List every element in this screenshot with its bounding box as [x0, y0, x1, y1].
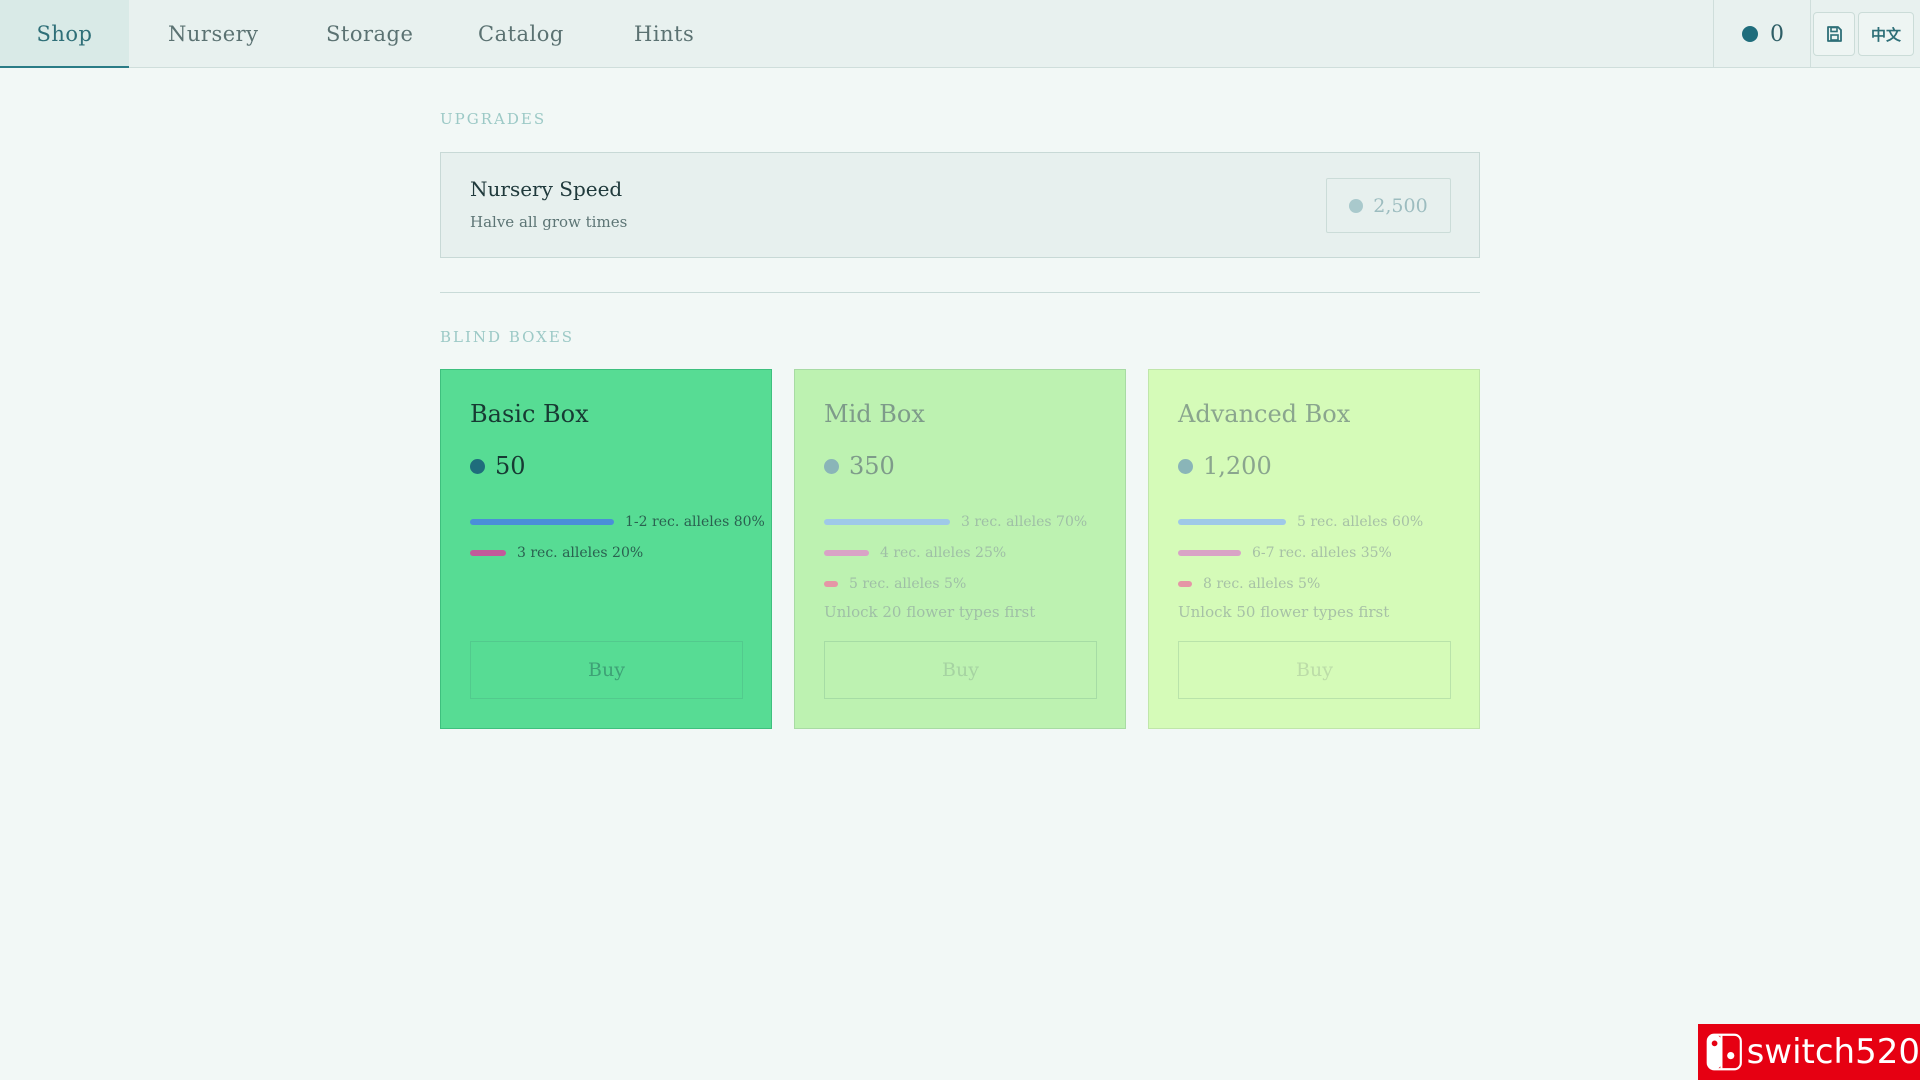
odds-row: 4 rec. alleles 25%: [824, 543, 1006, 563]
odds-label: 3 rec. alleles 70%: [961, 514, 1088, 530]
odds-label: 4 rec. alleles 25%: [880, 545, 1007, 561]
coin-icon: [824, 458, 839, 474]
odds-label: 5 rec. alleles 5%: [849, 576, 967, 592]
coin-balance: 0: [1742, 0, 1784, 68]
unlock-note: Unlock 50 flower types first: [1178, 603, 1390, 621]
upgrade-buy-button[interactable]: 2,500: [1326, 178, 1451, 233]
blind-boxes-section-label: BLIND BOXES: [440, 328, 575, 346]
watermark-text: switch520: [1746, 1032, 1920, 1072]
tab-catalog[interactable]: Catalog: [478, 0, 564, 68]
odds-row: 3 rec. alleles 70%: [824, 512, 1087, 532]
tab-nursery[interactable]: Nursery: [168, 0, 259, 68]
upgrade-price-value: 2,500: [1373, 194, 1428, 217]
tab-hints[interactable]: Hints: [634, 0, 694, 68]
tab-shop[interactable]: Shop: [0, 0, 129, 68]
save-button[interactable]: [1813, 12, 1855, 56]
box-title: Mid Box: [824, 400, 925, 428]
box-price-value: 1,200: [1203, 452, 1272, 480]
buy-button-mid[interactable]: Buy: [824, 641, 1097, 699]
section-divider: [440, 292, 1480, 293]
coin-icon: [1178, 458, 1193, 474]
upgrade-card-nursery-speed: Nursery Speed Halve all grow times 2,500: [440, 152, 1480, 258]
box-title: Basic Box: [470, 400, 589, 428]
odds-row: 5 rec. alleles 60%: [1178, 512, 1423, 532]
switch520-watermark: switch520: [1698, 1024, 1920, 1080]
odds-row: 8 rec. alleles 5%: [1178, 574, 1320, 594]
odds-bar: [470, 519, 614, 525]
odds-bar: [1178, 581, 1192, 587]
buy-button-basic[interactable]: Buy: [470, 641, 743, 699]
odds-row: 6-7 rec. alleles 35%: [1178, 543, 1392, 563]
tab-storage[interactable]: Storage: [326, 0, 413, 68]
box-price-value: 350: [849, 452, 895, 480]
odds-label: 5 rec. alleles 60%: [1297, 514, 1424, 530]
odds-label: 3 rec. alleles 20%: [517, 545, 644, 561]
box-price: 350: [824, 452, 895, 480]
box-price: 50: [470, 452, 526, 480]
language-toggle-button[interactable]: 中文: [1858, 12, 1914, 56]
box-price-value: 50: [495, 452, 526, 480]
coin-icon: [470, 458, 485, 474]
odds-bar: [824, 550, 869, 556]
blind-box-card-mid: Mid Box 350 3 rec. alleles 70% 4 rec. al…: [794, 369, 1126, 729]
odds-bar: [470, 550, 506, 556]
odds-label: 8 rec. alleles 5%: [1203, 576, 1321, 592]
odds-bar: [824, 581, 838, 587]
unlock-note: Unlock 20 flower types first: [824, 603, 1036, 621]
coin-icon: [1742, 26, 1758, 42]
odds-label: 6-7 rec. alleles 35%: [1252, 545, 1392, 561]
upgrade-name: Nursery Speed: [470, 177, 623, 201]
odds-bar: [824, 519, 950, 525]
odds-bar: [1178, 550, 1241, 556]
odds-bar: [1178, 519, 1286, 525]
top-nav-bar: Shop Nursery Storage Catalog Hints 0 中文: [0, 0, 1920, 68]
odds-label: 1-2 rec. alleles 80%: [625, 514, 765, 530]
blind-box-card-basic: Basic Box 50 1-2 rec. alleles 80% 3 rec.…: [440, 369, 772, 729]
nav-divider: [1713, 0, 1714, 68]
save-icon: [1827, 26, 1842, 42]
buy-button-advanced[interactable]: Buy: [1178, 641, 1451, 699]
coin-balance-value: 0: [1770, 21, 1784, 47]
upgrade-description: Halve all grow times: [470, 213, 628, 231]
box-title: Advanced Box: [1178, 400, 1351, 428]
blind-box-card-advanced: Advanced Box 1,200 5 rec. alleles 60% 6-…: [1148, 369, 1480, 729]
odds-row: 1-2 rec. alleles 80%: [470, 512, 765, 532]
box-price: 1,200: [1178, 452, 1272, 480]
nintendo-switch-logo-icon: [1706, 1033, 1742, 1071]
upgrades-section-label: UPGRADES: [440, 110, 547, 128]
odds-row: 3 rec. alleles 20%: [470, 543, 643, 563]
coin-icon: [1349, 198, 1364, 213]
nav-divider: [1810, 0, 1811, 68]
odds-row: 5 rec. alleles 5%: [824, 574, 966, 594]
